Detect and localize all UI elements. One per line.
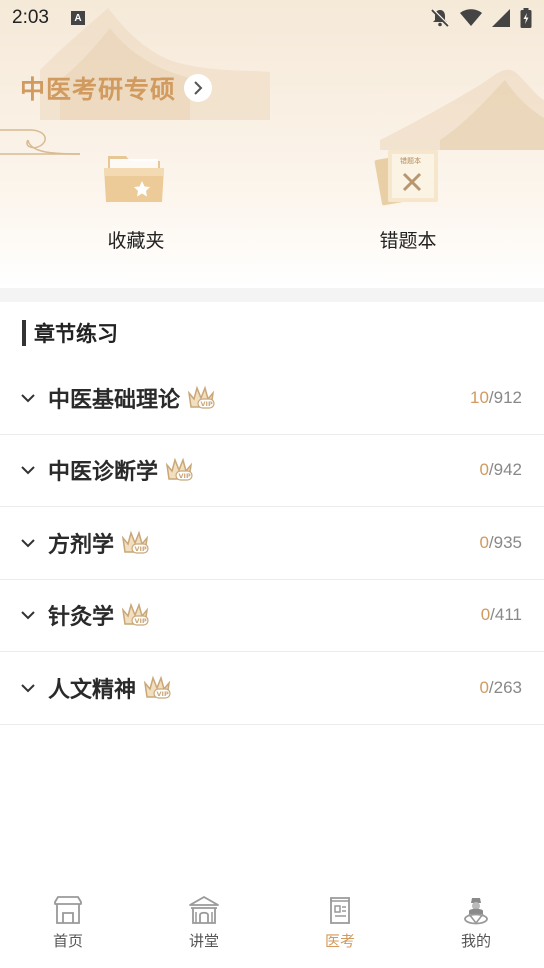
chapter-row[interactable]: 中医诊断学 VIP 0/942 [0,435,544,507]
vip-crown-icon: VIP [187,385,215,409]
progress-done: 10 [469,387,489,407]
progress-total: /263 [488,677,522,697]
folder-star-icon [104,156,164,202]
nav-exam[interactable]: 医考 [272,888,408,968]
section-header: 章节练习 [22,318,118,348]
nav-profile-label: 我的 [460,932,491,950]
favorites-label: 收藏夹 [107,230,165,252]
bell-off-icon [431,8,450,27]
nav-home-label: 首页 [52,932,83,950]
signal-icon [492,9,510,27]
chapter-row[interactable]: 针灸学 VIP 0/411 [0,580,544,652]
section-divider [0,288,544,302]
wifi-icon [460,9,482,26]
bottom-nav: 首页 讲堂 医考 我的 [0,888,544,968]
svg-text:VIP: VIP [157,690,169,698]
nav-home[interactable]: 首页 [0,888,136,968]
chapter-list: 中医基础理论 VIP 10/912 中医诊断学 VIP 0/942 方剂学 VI… [0,362,544,725]
chapter-row[interactable]: 人文精神 VIP 0/263 [0,652,544,725]
svg-text:VIP: VIP [179,472,191,480]
progress-total: /411 [490,605,522,625]
chevron-down-icon[interactable] [20,607,36,623]
chapter-row[interactable]: 方剂学 VIP 0/935 [0,507,544,580]
chapter-name: 人文精神 [48,677,137,703]
chapter-name: 针灸学 [48,605,115,631]
chapter-progress: 0/263 [479,678,522,698]
chapter-name: 中医诊断学 [48,460,159,486]
mistake-book-label: 错题本 [379,230,437,252]
chevron-down-icon[interactable] [20,680,36,696]
nav-profile[interactable]: 我的 [408,888,544,968]
profile-icon [464,898,488,925]
section-title: 章节练习 [34,322,118,346]
exam-book-icon [330,897,350,924]
chevron-down-icon[interactable] [20,462,36,478]
svg-text:VIP: VIP [135,545,147,553]
course-title-row[interactable]: 中医考研专硕 [20,70,213,106]
chevron-right-icon[interactable] [184,74,213,102]
progress-done: 0 [479,460,489,480]
vip-crown-icon: VIP [121,602,149,626]
status-icons [430,8,532,28]
progress-total: /912 [488,387,522,407]
chapter-row[interactable]: 中医基础理论 VIP 10/912 [0,362,544,435]
section-accent-bar [22,320,26,346]
mistake-book-entry[interactable]: 错题本 错题本 [348,146,468,253]
battery-icon [520,8,532,28]
progress-total: /935 [488,532,522,552]
vip-crown-icon: VIP [143,675,171,699]
page-title[interactable]: 中医考研专硕 [20,70,176,106]
mistake-book-icon: 错题本 [374,150,438,206]
lecture-hall-icon [189,896,219,924]
nav-lecture-label: 讲堂 [188,932,219,950]
mistake-book-icon-text: 错题本 [400,156,421,165]
chapter-name: 中医基础理论 [48,387,181,413]
chapter-name: 方剂学 [48,532,115,558]
svg-text:VIP: VIP [135,617,147,625]
status-bar: 2:03 A [0,0,544,36]
chapter-progress: 10/912 [470,388,522,408]
chapter-progress: 0/411 [481,605,522,625]
vip-crown-icon: VIP [165,457,193,481]
chevron-down-icon[interactable] [20,535,36,551]
header-banner: 2:03 A 中医考研专硕 收藏夹 错题本 错题本 [0,0,544,288]
home-icon [54,896,82,924]
favorites-entry[interactable]: 收藏夹 [76,146,196,253]
vip-crown-icon: VIP [121,530,149,554]
progress-done: 0 [480,605,491,625]
progress-total: /942 [488,460,522,480]
notification-a-icon: A [70,11,85,25]
chapter-progress: 0/935 [479,533,522,553]
chevron-down-icon[interactable] [20,390,36,406]
progress-done: 0 [479,532,489,552]
progress-done: 0 [479,677,489,697]
chapter-progress: 0/942 [479,460,522,480]
status-time: 2:03 [12,7,49,28]
nav-exam-label: 医考 [324,932,355,950]
nav-lecture[interactable]: 讲堂 [136,888,272,968]
svg-text:VIP: VIP [201,400,213,408]
